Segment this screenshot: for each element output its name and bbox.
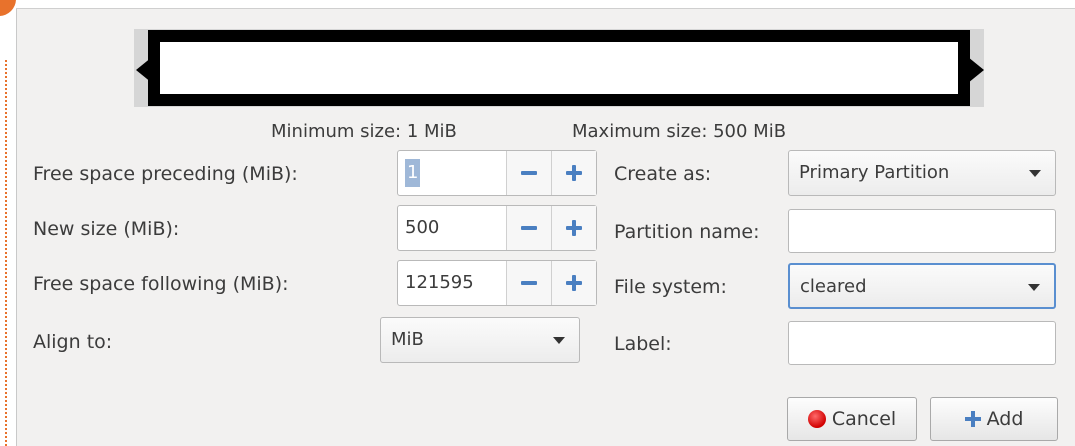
maximum-size-label: Maximum size: 500 MiB	[572, 121, 787, 142]
plus-icon	[964, 411, 981, 427]
add-button-label: Add	[986, 408, 1024, 430]
free-space-preceding-increment-button[interactable]	[551, 151, 596, 195]
free-space-preceding-decrement-button[interactable]	[506, 151, 551, 195]
free-space-following-spinbutton: 121595	[397, 260, 597, 306]
free-space-following-decrement-button[interactable]	[506, 261, 551, 305]
plus-icon	[566, 275, 582, 291]
file-system-dropdown[interactable]: cleared	[788, 263, 1056, 309]
page-frame-top	[16, 0, 1075, 9]
partition-resizer-area	[160, 42, 958, 94]
file-system-label: File system:	[614, 276, 727, 298]
create-partition-dialog: Minimum size: 1 MiB Maximum size: 500 Mi…	[16, 9, 1075, 446]
free-space-preceding-spinbutton: 1	[397, 150, 597, 196]
chevron-down-icon	[1029, 170, 1041, 177]
plus-icon	[566, 220, 582, 236]
cancel-button[interactable]: Cancel	[787, 397, 917, 441]
label-field-label: Label:	[614, 333, 672, 355]
chevron-down-icon	[1028, 284, 1040, 291]
cancel-button-label: Cancel	[831, 408, 897, 430]
page-frame-dotted-line	[5, 60, 7, 446]
new-size-increment-button[interactable]	[551, 206, 596, 250]
label-field[interactable]	[788, 321, 1056, 365]
new-size-label: New size (MiB):	[33, 218, 180, 240]
create-as-value: Primary Partition	[799, 162, 950, 183]
partition-resizer-frame[interactable]	[148, 30, 970, 106]
create-as-label: Create as:	[614, 163, 712, 185]
label-input[interactable]	[789, 322, 1055, 364]
align-to-label: Align to:	[33, 331, 113, 353]
new-size-decrement-button[interactable]	[506, 206, 551, 250]
free-space-following-label: Free space following (MiB):	[33, 273, 289, 295]
align-to-value: MiB	[391, 329, 424, 350]
free-space-following-increment-button[interactable]	[551, 261, 596, 305]
plus-icon	[566, 165, 582, 181]
file-system-value: cleared	[800, 276, 867, 297]
partition-name-input[interactable]	[789, 210, 1055, 252]
minus-icon	[521, 226, 537, 230]
minus-icon	[521, 171, 537, 175]
free-space-following-input[interactable]: 121595	[398, 261, 506, 305]
new-size-input[interactable]: 500	[398, 206, 506, 250]
page-frame-left	[0, 0, 16, 446]
create-as-dropdown[interactable]: Primary Partition	[788, 150, 1056, 196]
free-space-preceding-label: Free space preceding (MiB):	[33, 163, 298, 185]
free-space-preceding-input[interactable]: 1	[398, 151, 506, 195]
chevron-down-icon	[553, 337, 565, 344]
resize-handle-left-icon[interactable]	[136, 57, 152, 83]
new-size-spinbutton: 500	[397, 205, 597, 251]
partition-name-label: Partition name:	[614, 221, 760, 243]
align-to-dropdown[interactable]: MiB	[380, 317, 580, 363]
free-space-preceding-value: 1	[405, 159, 421, 187]
minimum-size-label: Minimum size: 1 MiB	[271, 121, 457, 142]
resize-handle-right-icon[interactable]	[968, 57, 984, 83]
cancel-icon	[807, 410, 826, 428]
partition-name-field[interactable]	[788, 209, 1056, 253]
minus-icon	[521, 281, 537, 285]
add-button[interactable]: Add	[930, 397, 1058, 441]
